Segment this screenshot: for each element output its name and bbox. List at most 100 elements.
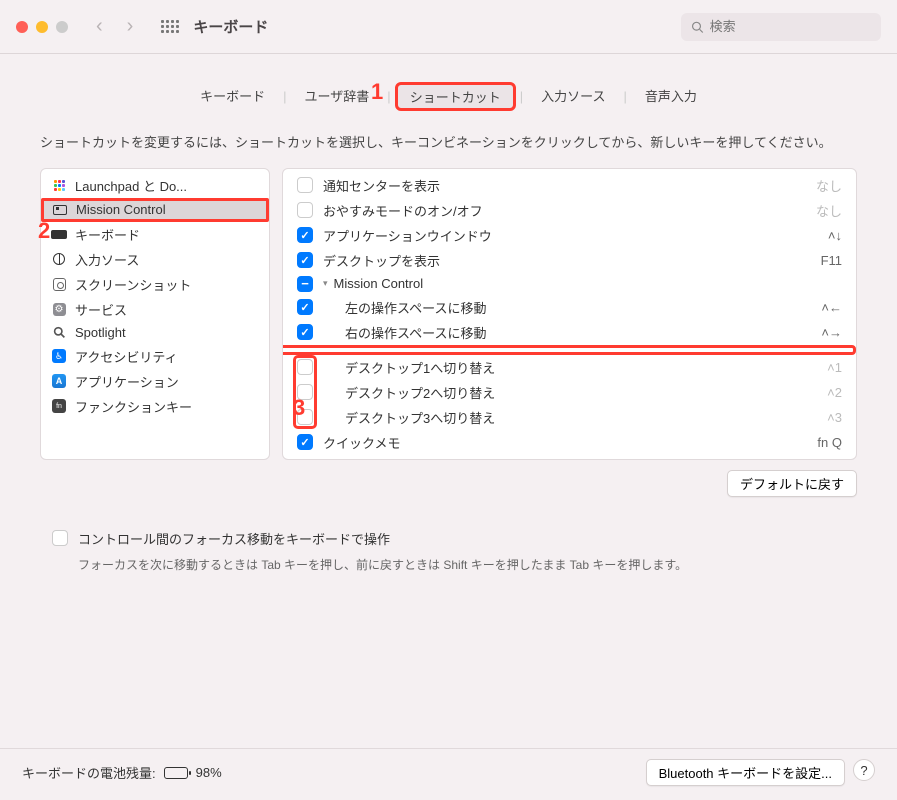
shortcut-row[interactable]: 通知センターを表示なし [283,173,856,198]
shortcut-label: デスクトップ2へ切り替え [323,383,817,402]
help-button[interactable]: ? [853,759,875,781]
restore-defaults-button[interactable]: デフォルトに戻す [727,470,857,497]
tab-dictation[interactable]: 音声入力 [631,82,711,111]
shortcut-key[interactable]: なし [816,201,842,220]
show-all-icon[interactable] [161,20,179,33]
shortcut-key[interactable]: ˄↓ [828,228,842,243]
shortcut-checkbox[interactable] [297,202,313,218]
shortcut-checkbox[interactable] [297,434,313,450]
category-label: スクリーンショット [75,275,191,294]
category-item[interactable]: アプリケーション [41,369,269,394]
tab-keyboard[interactable]: キーボード [186,82,279,111]
shortcut-label: デスクトップを表示 [323,251,811,270]
shortcut-key[interactable]: fn Q [817,435,842,450]
annotation-1: 1 [371,79,383,105]
shortcut-label: Mission Control [334,276,842,291]
search-input[interactable] [710,19,871,34]
category-item[interactable]: スクリーンショット [41,272,269,297]
category-label: ファンクションキー [75,397,192,416]
shortcut-label: デスクトップ1へ切り替え [323,358,817,377]
category-label: 入力ソース [75,250,139,269]
focus-checkbox[interactable] [52,530,68,546]
focus-checkbox-row: コントロール間のフォーカス移動をキーボードで操作 [52,529,845,548]
shortcut-row[interactable]: デスクトップ1へ切り替え ˄1 [283,355,856,380]
annotation-3-box [282,345,856,355]
tab-shortcuts[interactable]: ショートカット [395,82,516,111]
forward-button: › [127,15,134,38]
category-item[interactable]: Launchpad と Do... [41,173,269,198]
shortcut-key[interactable]: ˄→ [821,325,842,340]
category-item[interactable]: Spotlight [41,322,269,344]
tab-user-dict[interactable]: ユーザ辞書 [291,82,384,111]
battery-label: キーボードの電池残量: [22,763,156,782]
spotlight-icon [51,325,67,341]
category-label: サービス [75,300,127,319]
battery-status: キーボードの電池残量: 98% [22,763,222,782]
category-label: Launchpad と Do... [75,176,187,195]
category-label: Mission Control [76,202,166,217]
disclosure-triangle[interactable]: ▾ [323,278,328,289]
mission-icon [52,202,68,218]
screenshot-icon [51,276,67,292]
shortcut-row[interactable]: おやすみモードのオン/オフなし [283,198,856,223]
services-icon: ⚙ [51,301,67,317]
launchpad-icon [51,177,67,193]
battery-percent: 98% [196,765,222,780]
shortcut-label: 左の操作スペースに移動 [323,298,811,317]
titlebar: ‹ › キーボード [0,0,897,54]
category-item[interactable]: 入力ソース [41,247,269,272]
shortcut-label: おやすみモードのオン/オフ [323,201,806,220]
window-title: キーボード [193,16,268,37]
shortcut-label: デスクトップ3へ切り替え [323,408,817,427]
shortcut-key[interactable]: なし [816,176,842,195]
shortcut-key[interactable]: ˄2 [827,385,842,400]
shortcut-checkbox[interactable] [297,227,313,243]
shortcut-row[interactable]: 右の操作スペースに移動˄→ [283,320,856,345]
category-item[interactable]: ♿︎アクセシビリティ [41,344,269,369]
shortcut-checkbox[interactable] [297,252,313,268]
shortcut-row[interactable]: デスクトップを表示 F11 [283,248,856,273]
annotation-3: 3 [293,395,305,421]
close-button[interactable] [16,21,28,33]
shortcut-checkbox[interactable] [297,324,313,340]
shortcut-key[interactable]: ˄← [821,300,842,315]
shortcut-key[interactable]: ˄3 [827,410,842,425]
category-item[interactable]: fn ファンクションキー [41,394,269,419]
globe-icon [51,251,67,267]
shortcut-list: 通知センターを表示なしおやすみモードのオン/オフなしアプリケーションウインドウ˄… [282,168,857,460]
category-label: キーボード [75,225,140,244]
category-item[interactable]: ⚙ サービス [41,297,269,322]
shortcut-row[interactable]: デスクトップ3へ切り替え ˄3 [283,405,856,430]
category-list: Launchpad と Do... Mission Control キーボード入力ソ… [40,168,270,460]
tab-bar: キーボード| ユーザ辞書| ショートカット| 入力ソース| 音声入力 [30,82,867,111]
shortcut-row[interactable]: クイックメモfn Q [283,430,856,455]
shortcut-row[interactable]: ▾ Mission Control [283,273,856,295]
fn-icon: fn [51,398,67,414]
nav-arrows: ‹ › [96,15,133,38]
shortcut-key[interactable]: ˄1 [827,360,842,375]
search-icon [691,20,704,34]
shortcut-label: 通知センターを表示 [323,176,806,195]
category-item[interactable]: キーボード [41,222,269,247]
shortcut-checkbox[interactable] [297,177,313,193]
shortcut-label: アプリケーションウインドウ [323,226,818,245]
shortcut-checkbox[interactable] [297,359,313,375]
category-item[interactable]: Mission Control [41,198,269,222]
shortcut-row[interactable]: 左の操作スペースに移動 ˄← [283,295,856,320]
battery-icon [164,767,188,779]
search-field[interactable] [681,13,881,41]
shortcut-checkbox[interactable] [297,299,313,315]
traffic-lights [16,21,68,33]
back-button[interactable]: ‹ [96,15,103,38]
focus-description: フォーカスを次に移動するときは Tab キーを押し、前に戻すときは Shift … [78,556,845,575]
shortcut-row[interactable]: デスクトップ2へ切り替え ˄2 [283,380,856,405]
shortcut-row[interactable]: アプリケーションウインドウ ˄↓ [283,223,856,248]
category-label: アクセシビリティ [75,347,178,366]
shortcut-key[interactable]: F11 [821,253,842,268]
annotation-2: 2 [38,218,50,244]
tab-input-sources[interactable]: 入力ソース [527,82,619,111]
minimize-button[interactable] [36,21,48,33]
app-icon [51,373,67,389]
shortcut-checkbox[interactable] [297,276,313,292]
bluetooth-setup-button[interactable]: Bluetooth キーボードを設定... [646,759,845,786]
